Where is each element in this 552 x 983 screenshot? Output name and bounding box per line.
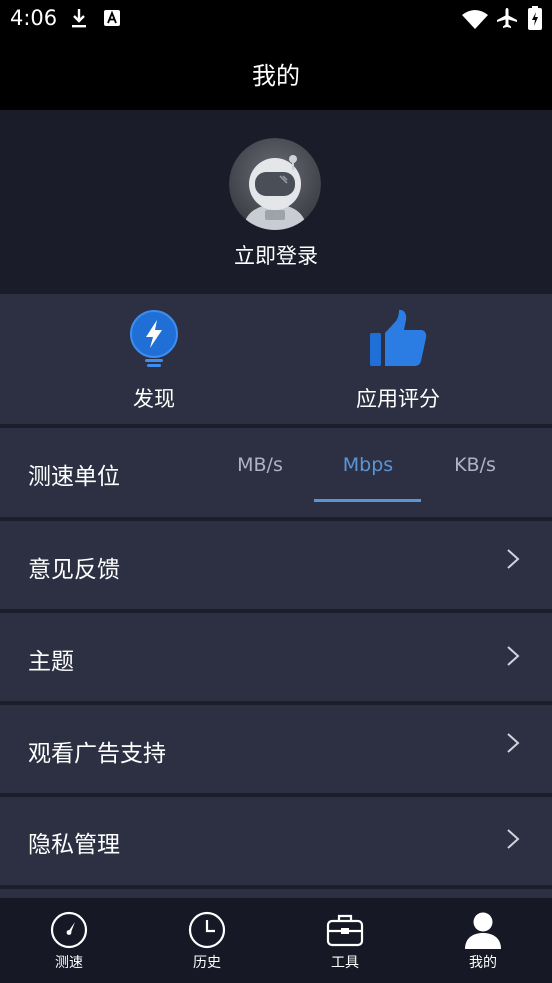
- title-bar: 我的: [0, 38, 552, 110]
- unit-option-mbytes[interactable]: MB/s: [206, 454, 314, 476]
- menu-item-feedback[interactable]: 意见反馈: [0, 521, 552, 609]
- battery-icon: [528, 6, 542, 30]
- astronaut-avatar-icon: [229, 138, 321, 230]
- chevron-right-icon: [507, 733, 520, 753]
- speedometer-icon: [50, 911, 88, 949]
- discover-label: 发现: [133, 387, 175, 411]
- status-time: 4:06: [10, 6, 58, 30]
- menu-item-label: 意见反馈: [28, 557, 120, 583]
- profile-section: 立即登录: [0, 110, 552, 294]
- chevron-right-icon: [507, 549, 520, 569]
- speed-unit-row: 测速单位 MB/s Mbps KB/s: [0, 428, 552, 517]
- avatar[interactable]: [229, 138, 321, 230]
- quick-actions: 发现 应用评分: [0, 294, 552, 424]
- nav-tab-history[interactable]: 历史: [138, 898, 276, 983]
- toolbox-icon: [326, 914, 364, 947]
- chevron-right-icon: [507, 646, 520, 666]
- nav-label: 测速: [55, 955, 83, 971]
- a-box-icon: [104, 10, 120, 26]
- clock-icon: [188, 911, 226, 949]
- discover-button[interactable]: 发现: [54, 294, 254, 424]
- chevron-right-icon: [507, 829, 520, 849]
- lightbulb-bolt-icon: [130, 310, 178, 367]
- nav-tab-mine[interactable]: 我的: [414, 898, 552, 983]
- menu-item-label: 观看广告支持: [28, 741, 166, 767]
- nav-label: 工具: [331, 955, 359, 971]
- login-button[interactable]: 立即登录: [0, 240, 552, 270]
- speed-unit-label: 测速单位: [28, 464, 120, 490]
- menu-item-partial: [0, 889, 552, 898]
- nav-label: 历史: [193, 955, 221, 971]
- rate-app-label: 应用评分: [356, 387, 440, 411]
- page-title: 我的: [252, 62, 300, 90]
- bottom-nav: 测速 历史 工具 我的: [0, 898, 552, 983]
- menu-item-watch-ad[interactable]: 观看广告支持: [0, 705, 552, 793]
- menu-item-privacy[interactable]: 隐私管理: [0, 797, 552, 885]
- nav-tab-tools[interactable]: 工具: [276, 898, 414, 983]
- menu-item-theme[interactable]: 主题: [0, 613, 552, 701]
- menu-item-label: 主题: [28, 649, 74, 675]
- wifi-icon: [462, 10, 488, 29]
- nav-tab-speedtest[interactable]: 测速: [0, 898, 138, 983]
- unit-option-mbps[interactable]: Mbps: [314, 454, 422, 476]
- unit-selected-indicator: [314, 499, 421, 502]
- airplane-icon: [497, 8, 517, 28]
- status-bar: 4:06: [0, 0, 552, 38]
- menu-item-label: 隐私管理: [28, 832, 120, 858]
- user-icon: [465, 912, 501, 949]
- nav-label: 我的: [469, 955, 497, 971]
- thumbs-up-icon: [370, 309, 427, 366]
- rate-app-button[interactable]: 应用评分: [298, 294, 498, 424]
- unit-option-kbytes[interactable]: KB/s: [421, 454, 529, 476]
- download-icon: [72, 9, 86, 28]
